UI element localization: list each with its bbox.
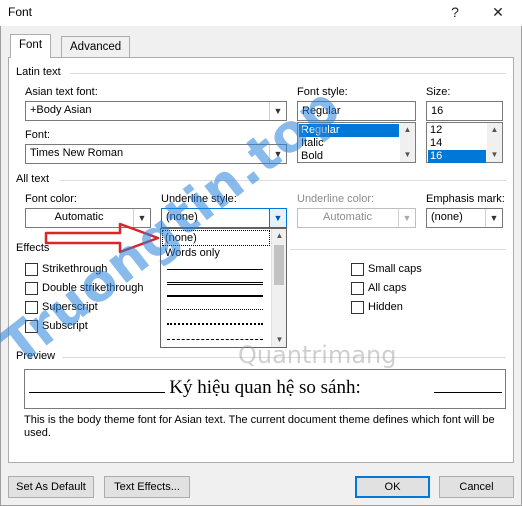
effects-divider xyxy=(290,249,506,250)
chevron-down-icon[interactable]: ▼ xyxy=(485,209,502,227)
chevron-down-icon[interactable]: ▼ xyxy=(400,148,415,162)
underline-option-dashed[interactable] xyxy=(167,339,263,340)
underline-color-value: Automatic xyxy=(323,211,372,223)
emphasis-mark-value: (none) xyxy=(431,211,463,223)
small-caps-checkbox[interactable] xyxy=(351,263,364,276)
all-caps-label: All caps xyxy=(368,282,407,294)
font-color-label: Font color: xyxy=(25,193,77,205)
font-value: Times New Roman xyxy=(30,147,124,159)
chevron-down-icon[interactable]: ▼ xyxy=(269,209,286,227)
size-list[interactable]: 12 14 16 ▲ ▼ xyxy=(426,122,503,163)
emphasis-mark-combo[interactable]: (none) ▼ xyxy=(426,208,503,228)
latin-text-group-label: Latin text xyxy=(16,66,61,78)
hidden-label: Hidden xyxy=(368,301,403,313)
chevron-up-icon[interactable]: ▲ xyxy=(272,229,287,243)
underline-option-thick[interactable] xyxy=(167,295,263,297)
underline-option-dotted[interactable] xyxy=(167,309,263,310)
underline-dropdown-scrollbar[interactable]: ▲ ▼ xyxy=(271,229,286,347)
chevron-down-icon[interactable]: ▼ xyxy=(487,148,502,162)
size-label: Size: xyxy=(426,86,451,98)
chevron-up-icon[interactable]: ▲ xyxy=(487,123,502,137)
window-title: Font xyxy=(8,5,33,19)
font-label: Font: xyxy=(25,129,51,141)
underline-option-single[interactable] xyxy=(167,269,263,270)
underline-option-double[interactable] xyxy=(167,282,263,285)
size-scrollbar[interactable]: ▲ ▼ xyxy=(487,123,502,162)
size-option[interactable]: 12 xyxy=(428,124,486,137)
close-button[interactable]: ✕ xyxy=(486,2,510,22)
tab-advanced[interactable]: Advanced xyxy=(61,36,131,58)
tab-font-label: Font xyxy=(19,39,43,51)
tab-advanced-label: Advanced xyxy=(70,41,122,53)
chevron-up-icon[interactable]: ▲ xyxy=(400,123,415,137)
tab-font[interactable]: Font xyxy=(10,34,52,58)
font-style-scrollbar[interactable]: ▲ ▼ xyxy=(400,123,415,162)
preview-sample-text: Ký hiệu quan hệ so sánh: xyxy=(169,377,361,398)
watermark-secondary: Quantrimang xyxy=(238,341,397,369)
asian-font-label: Asian text font: xyxy=(25,86,98,98)
underline-color-label: Underline color: xyxy=(297,193,375,205)
set-as-default-button[interactable]: Set As Default xyxy=(8,476,94,498)
emphasis-mark-label: Emphasis mark: xyxy=(426,193,505,205)
small-caps-label: Small caps xyxy=(368,263,422,275)
all-caps-checkbox[interactable] xyxy=(351,282,364,295)
scrollbar-thumb[interactable] xyxy=(274,245,284,285)
all-text-divider xyxy=(60,180,506,181)
underline-color-combo: Automatic ▼ xyxy=(297,208,416,228)
size-option[interactable]: 16 xyxy=(428,150,486,163)
chevron-down-icon: ▼ xyxy=(398,209,415,227)
all-text-group-label: All text xyxy=(16,173,50,185)
underline-option-dotted-heavy[interactable] xyxy=(167,323,263,325)
text-effects-button[interactable]: Text Effects... xyxy=(104,476,190,498)
asian-font-combo[interactable]: +Body Asian ▼ xyxy=(25,101,287,121)
size-input[interactable]: 16 xyxy=(426,101,503,121)
preview-box: Ký hiệu quan hệ so sánh: xyxy=(24,369,506,409)
cancel-button[interactable]: Cancel xyxy=(439,476,514,498)
latin-text-divider xyxy=(70,73,506,74)
hidden-checkbox[interactable] xyxy=(351,301,364,314)
preview-description: This is the body theme font for Asian te… xyxy=(24,414,495,439)
size-option[interactable]: 14 xyxy=(428,137,486,150)
asian-font-value: +Body Asian xyxy=(30,104,92,116)
help-button[interactable]: ? xyxy=(443,2,467,22)
ok-button[interactable]: OK xyxy=(355,476,430,498)
preview-baseline-right xyxy=(434,392,502,393)
strikethrough-checkbox[interactable] xyxy=(25,263,38,276)
